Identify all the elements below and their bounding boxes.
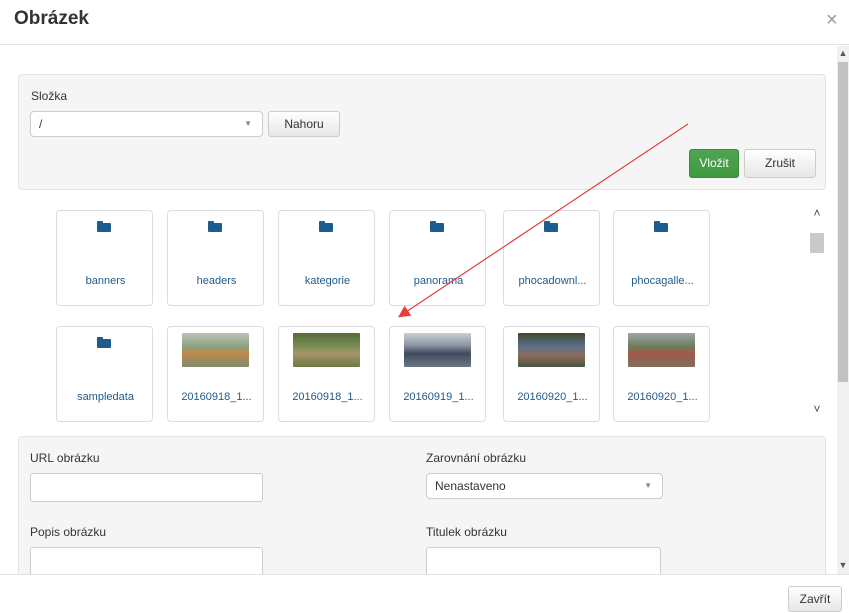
tile-name: headers xyxy=(196,275,237,287)
image-thumbnail xyxy=(518,333,585,367)
folder-tile-sampledata[interactable]: sampledata xyxy=(56,326,153,422)
media-gallery: banners headers kategorie panorama phoca… xyxy=(18,198,826,428)
image-tile[interactable]: 20160920_1... xyxy=(503,326,600,422)
url-label: URL obrázku xyxy=(30,451,100,465)
folder-label: Složka xyxy=(31,89,68,103)
dialog-scrollbar[interactable]: ▲ ▼ xyxy=(837,46,849,574)
tile-name: 20160918_1... xyxy=(292,391,363,403)
align-select[interactable]: Nenastaveno ▼ xyxy=(426,473,663,499)
tile-name: 20160918_1... xyxy=(181,391,252,403)
tile-name: phocagalle... xyxy=(631,275,694,287)
folder-tile-panorama[interactable]: panorama xyxy=(389,210,486,306)
image-thumbnail xyxy=(293,333,360,367)
image-thumbnail xyxy=(182,333,249,367)
close-button[interactable]: Zavřít xyxy=(788,586,842,612)
description-label: Popis obrázku xyxy=(30,525,107,539)
folder-panel: Složka / ▼ Nahoru Vložit Zrušit xyxy=(18,74,826,190)
image-tile[interactable]: 20160919_1... xyxy=(389,326,486,422)
dialog-footer: Zavřít xyxy=(0,574,849,613)
folder-icon xyxy=(97,337,111,348)
folder-select-value: / xyxy=(39,117,43,131)
description-input[interactable] xyxy=(30,547,263,574)
image-thumbnail xyxy=(628,333,695,367)
image-fields-panel: URL obrázku Zarovnání obrázku Nenastaven… xyxy=(18,436,826,574)
chevron-up-icon[interactable]: ˄ xyxy=(810,206,824,220)
image-tile[interactable]: 20160918_1... xyxy=(278,326,375,422)
folder-tile-phocagallery[interactable]: phocagalle... xyxy=(613,210,710,306)
scroll-up-icon[interactable]: ▲ xyxy=(837,46,849,60)
image-tile[interactable]: 20160920_1... xyxy=(613,326,710,422)
chevron-down-icon: ▼ xyxy=(644,481,652,490)
tile-name: 20160920_1... xyxy=(517,391,588,403)
tile-name: sampledata xyxy=(77,391,134,403)
tile-name: panorama xyxy=(413,275,464,287)
title-input[interactable] xyxy=(426,547,661,574)
folder-tile-phocadownload[interactable]: phocadownl... xyxy=(503,210,600,306)
title-label: Titulek obrázku xyxy=(426,525,507,539)
image-thumbnail xyxy=(404,333,471,367)
chevron-down-icon[interactable]: ˅ xyxy=(810,402,824,416)
tile-name: banners xyxy=(85,275,126,287)
dialog-title: Obrázek xyxy=(14,8,89,29)
dialog-header: Obrázek × xyxy=(0,0,849,45)
folder-select[interactable]: / ▼ xyxy=(30,111,263,137)
chevron-down-icon: ▼ xyxy=(244,119,252,128)
url-input[interactable] xyxy=(30,473,263,502)
dialog-body: ▲ ▼ Složka / ▼ Nahoru Vložit Zrušit bann… xyxy=(0,46,849,574)
folder-icon xyxy=(544,221,558,232)
align-label: Zarovnání obrázku xyxy=(426,451,527,465)
tile-name: phocadownl... xyxy=(518,275,587,287)
cancel-button[interactable]: Zrušit xyxy=(744,149,816,178)
close-icon[interactable]: × xyxy=(826,8,838,32)
tile-name: 20160919_1... xyxy=(403,391,474,403)
folder-icon xyxy=(430,221,444,232)
folder-tile-kategorie[interactable]: kategorie xyxy=(278,210,375,306)
folder-icon xyxy=(208,221,222,232)
gallery-scrollbar[interactable]: ˄ ˅ xyxy=(808,206,824,420)
scrollbar-thumb[interactable] xyxy=(838,62,848,382)
folder-icon xyxy=(97,221,111,232)
folder-icon xyxy=(654,221,668,232)
folder-icon xyxy=(319,221,333,232)
up-button[interactable]: Nahoru xyxy=(268,111,340,137)
tile-name: 20160920_1... xyxy=(627,391,698,403)
scroll-down-icon[interactable]: ▼ xyxy=(837,558,849,572)
insert-button[interactable]: Vložit xyxy=(689,149,739,178)
align-select-value: Nenastaveno xyxy=(435,479,506,493)
image-tile[interactable]: 20160918_1... xyxy=(167,326,264,422)
folder-tile-banners[interactable]: banners xyxy=(56,210,153,306)
folder-tile-headers[interactable]: headers xyxy=(167,210,264,306)
gallery-scrollbar-thumb[interactable] xyxy=(810,233,824,253)
tile-name: kategorie xyxy=(304,275,351,287)
